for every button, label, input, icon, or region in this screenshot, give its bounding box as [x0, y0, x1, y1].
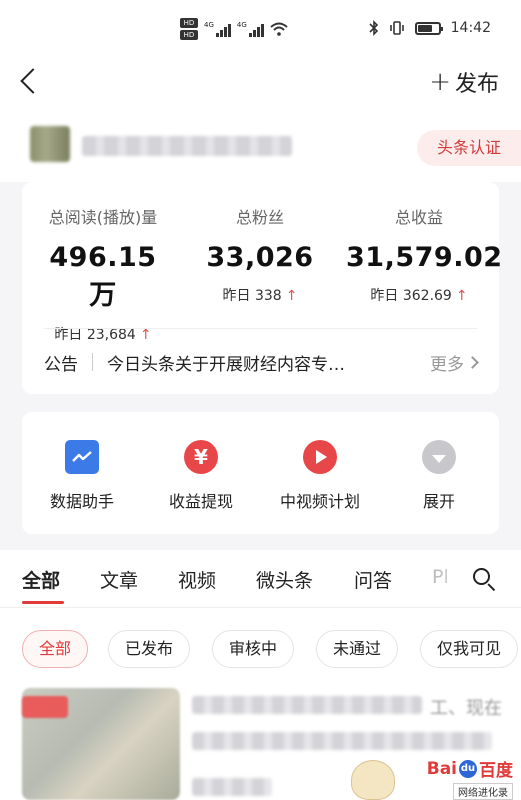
tool-withdraw[interactable]: ¥ 收益提现 [146, 440, 256, 512]
tool-mid-video[interactable]: 中视频计划 [265, 440, 375, 512]
notice-label: 公告 [44, 354, 78, 375]
hd-indicators: HD HD [180, 18, 198, 40]
expand-icon [422, 440, 456, 474]
cert-badge[interactable]: 头条认证 [417, 130, 521, 166]
stat-sub: 昨日 23,684 ↑ [38, 324, 168, 344]
plus-icon: + [429, 67, 451, 97]
battery-icon [414, 21, 443, 35]
back-button[interactable] [18, 66, 42, 96]
content-tabs: 全部 文章 视频 微头条 问答 Pl [0, 550, 521, 608]
stats-card: 总阅读(播放)量 496.15万 昨日 23,684 ↑ 总粉丝 33,026 昨… [22, 182, 503, 394]
status-time: 14:42 [450, 20, 491, 36]
stat-sub-text: 昨日 338 [222, 288, 282, 304]
baidu-logo: Bai du 百度 [426, 756, 513, 782]
stat-sub: 昨日 338 ↑ [200, 285, 320, 305]
tool-expand[interactable]: 展开 [384, 440, 494, 512]
network-label-1: 4G [204, 21, 214, 29]
divider [44, 328, 477, 329]
bluetooth-icon [369, 20, 378, 36]
search-icon[interactable] [473, 568, 497, 592]
baidu-watermark: Bai du 百度 网络进化录 [363, 756, 513, 800]
profile-row: 头条认证 [0, 106, 521, 182]
thumbnail-tag [22, 696, 68, 718]
stat-label: 总阅读(播放)量 [48, 208, 158, 227]
filter-chips: 全部 已发布 审核中 未通过 仅我可见 [0, 608, 521, 688]
notice-text[interactable]: 今日头条关于开展财经内容专… [107, 350, 422, 375]
trend-up-icon: ↑ [139, 327, 152, 343]
status-right: 14:42 [369, 20, 491, 36]
play-icon [303, 440, 337, 474]
notice-row[interactable]: 公告 今日头条关于开展财经内容专… 更多 [44, 346, 479, 378]
tools-card: 数据助手 ¥ 收益提现 中视频计划 展开 [22, 412, 499, 534]
tool-label: 收益提现 [168, 492, 233, 511]
stat-value: 33,026 [206, 242, 314, 273]
filter-published[interactable]: 已发布 [108, 630, 191, 668]
notice-more[interactable]: 更多 [430, 350, 479, 375]
tool-label: 展开 [422, 492, 455, 511]
stat-label: 总收益 [394, 208, 443, 227]
tool-label: 数据助手 [49, 492, 114, 511]
stat-sub-text: 昨日 362.69 [370, 288, 452, 304]
watermark-sub: 网络进化录 [453, 783, 513, 800]
tool-label: 中视频计划 [279, 492, 360, 511]
network-label-2: 4G [236, 21, 247, 29]
chart-icon [65, 440, 99, 474]
tab-videos[interactable]: 视频 [178, 566, 216, 593]
vibrate-icon [389, 21, 404, 35]
tab-all[interactable]: 全部 [22, 566, 60, 593]
filter-private[interactable]: 仅我可见 [420, 630, 519, 668]
stat-value: 496.15万 [49, 242, 157, 311]
avatar[interactable] [30, 126, 70, 162]
article-meta [192, 778, 272, 796]
tab-qa[interactable]: 问答 [354, 566, 392, 593]
status-bar: HD HD 4G 4G 14:42 [0, 0, 521, 56]
filter-all[interactable]: 全部 [22, 630, 89, 668]
tab-articles[interactable]: 文章 [100, 566, 138, 593]
nav-bar: + 发布 [0, 56, 521, 106]
logo-left: Bai [426, 758, 457, 779]
stat-label: 总粉丝 [235, 208, 284, 227]
filter-rejected[interactable]: 未通过 [316, 630, 399, 668]
stat-income[interactable]: 总收益 31,579.02 昨日 362.69 ↑ [346, 204, 503, 305]
publish-button[interactable]: + 发布 [429, 66, 499, 98]
article-title-line2 [192, 732, 492, 750]
stat-fans[interactable]: 总粉丝 33,026 昨日 338 ↑ [200, 204, 320, 305]
signal-icon: 4G [204, 21, 231, 37]
signal-icon-2: 4G [237, 21, 264, 37]
tab-fade [437, 550, 477, 607]
notice-more-label: 更多 [430, 354, 464, 375]
hd-label-2: HD [180, 30, 198, 40]
signal-group: HD HD 4G 4G [180, 18, 288, 40]
stat-value: 31,579.02 [346, 242, 503, 273]
hd-label-1: HD [180, 18, 198, 28]
chevron-right-icon [466, 355, 479, 369]
tab-active-indicator [22, 601, 64, 604]
paw-icon: du [459, 759, 477, 778]
tool-data-assistant[interactable]: 数据助手 [27, 440, 137, 512]
stat-sub: 昨日 362.69 ↑ [346, 285, 492, 305]
username-blurred [82, 136, 292, 156]
notice-separator [92, 353, 93, 371]
trend-up-icon: ↑ [285, 288, 298, 304]
stat-sub-text: 昨日 23,684 [54, 327, 136, 343]
publish-label: 发布 [454, 72, 499, 97]
article-title-blurred [192, 696, 422, 714]
trend-up-icon: ↑ [455, 288, 468, 304]
list-item[interactable]: 工、现在 Bai du 百度 网络进化录 [0, 688, 521, 800]
stat-reads[interactable]: 总阅读(播放)量 496.15万 昨日 23,684 ↑ [38, 204, 168, 344]
logo-right: 百度 [479, 761, 513, 781]
tab-micro-posts[interactable]: 微头条 [256, 566, 313, 593]
wifi-icon [270, 22, 288, 36]
filter-reviewing[interactable]: 审核中 [212, 630, 295, 668]
yen-icon: ¥ [184, 440, 218, 474]
article-title-end: 工、现在 [430, 698, 502, 719]
